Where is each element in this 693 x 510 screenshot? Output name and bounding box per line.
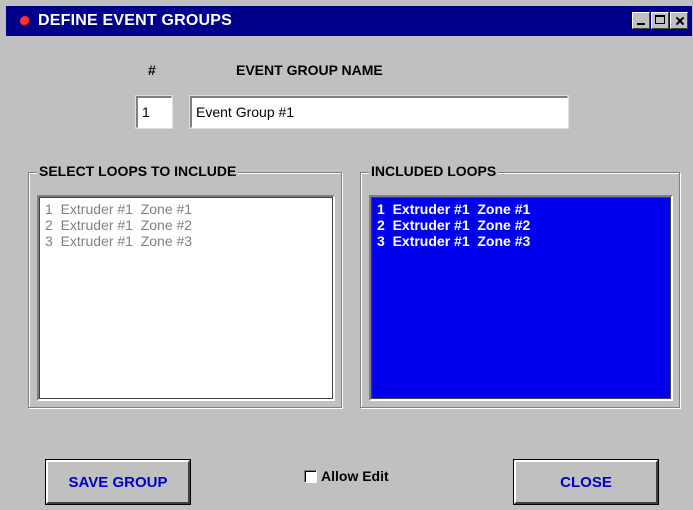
group-number-field[interactable]: [135, 95, 173, 129]
list-item[interactable]: 2 Extruder #1 Zone #2: [39, 217, 333, 233]
minimize-icon[interactable]: [632, 12, 650, 29]
define-event-groups-window: DEFINE EVENT GROUPS # EVENT GROUP NAME S…: [0, 0, 693, 510]
save-group-button[interactable]: SAVE GROUP: [45, 459, 191, 505]
allow-edit-label: Allow Edit: [321, 468, 389, 484]
select-loops-legend: SELECT LOOPS TO INCLUDE: [37, 163, 239, 179]
group-name-field[interactable]: [189, 95, 569, 129]
select-loops-group: SELECT LOOPS TO INCLUDE 1 Extruder #1 Zo…: [28, 163, 342, 408]
window-controls: [632, 12, 688, 29]
list-item[interactable]: 1 Extruder #1 Zone #1: [371, 201, 671, 217]
window-title: DEFINE EVENT GROUPS: [38, 12, 233, 29]
group-name-input[interactable]: [196, 104, 567, 120]
event-group-name-label: EVENT GROUP NAME: [236, 62, 383, 78]
close-icon[interactable]: [670, 12, 688, 29]
list-item[interactable]: 2 Extruder #1 Zone #2: [371, 217, 671, 233]
available-loops-list[interactable]: 1 Extruder #1 Zone #1 2 Extruder #1 Zone…: [37, 195, 335, 401]
maximize-icon[interactable]: [651, 12, 669, 29]
title-bar[interactable]: DEFINE EVENT GROUPS: [6, 6, 692, 36]
list-item[interactable]: 1 Extruder #1 Zone #1: [39, 201, 333, 217]
close-button[interactable]: CLOSE: [513, 459, 659, 505]
window-menu-icon[interactable]: [20, 16, 30, 26]
included-loops-list[interactable]: 1 Extruder #1 Zone #1 2 Extruder #1 Zone…: [369, 195, 673, 401]
number-label: #: [148, 62, 156, 78]
list-item[interactable]: 3 Extruder #1 Zone #3: [39, 233, 333, 249]
allow-edit-checkbox[interactable]: [304, 469, 317, 483]
allow-edit-checkbox-row[interactable]: Allow Edit: [304, 468, 389, 484]
group-number-input[interactable]: [142, 104, 171, 120]
included-loops-legend: INCLUDED LOOPS: [369, 163, 499, 179]
included-loops-group: INCLUDED LOOPS 1 Extruder #1 Zone #1 2 E…: [360, 163, 680, 408]
list-item[interactable]: 3 Extruder #1 Zone #3: [371, 233, 671, 249]
